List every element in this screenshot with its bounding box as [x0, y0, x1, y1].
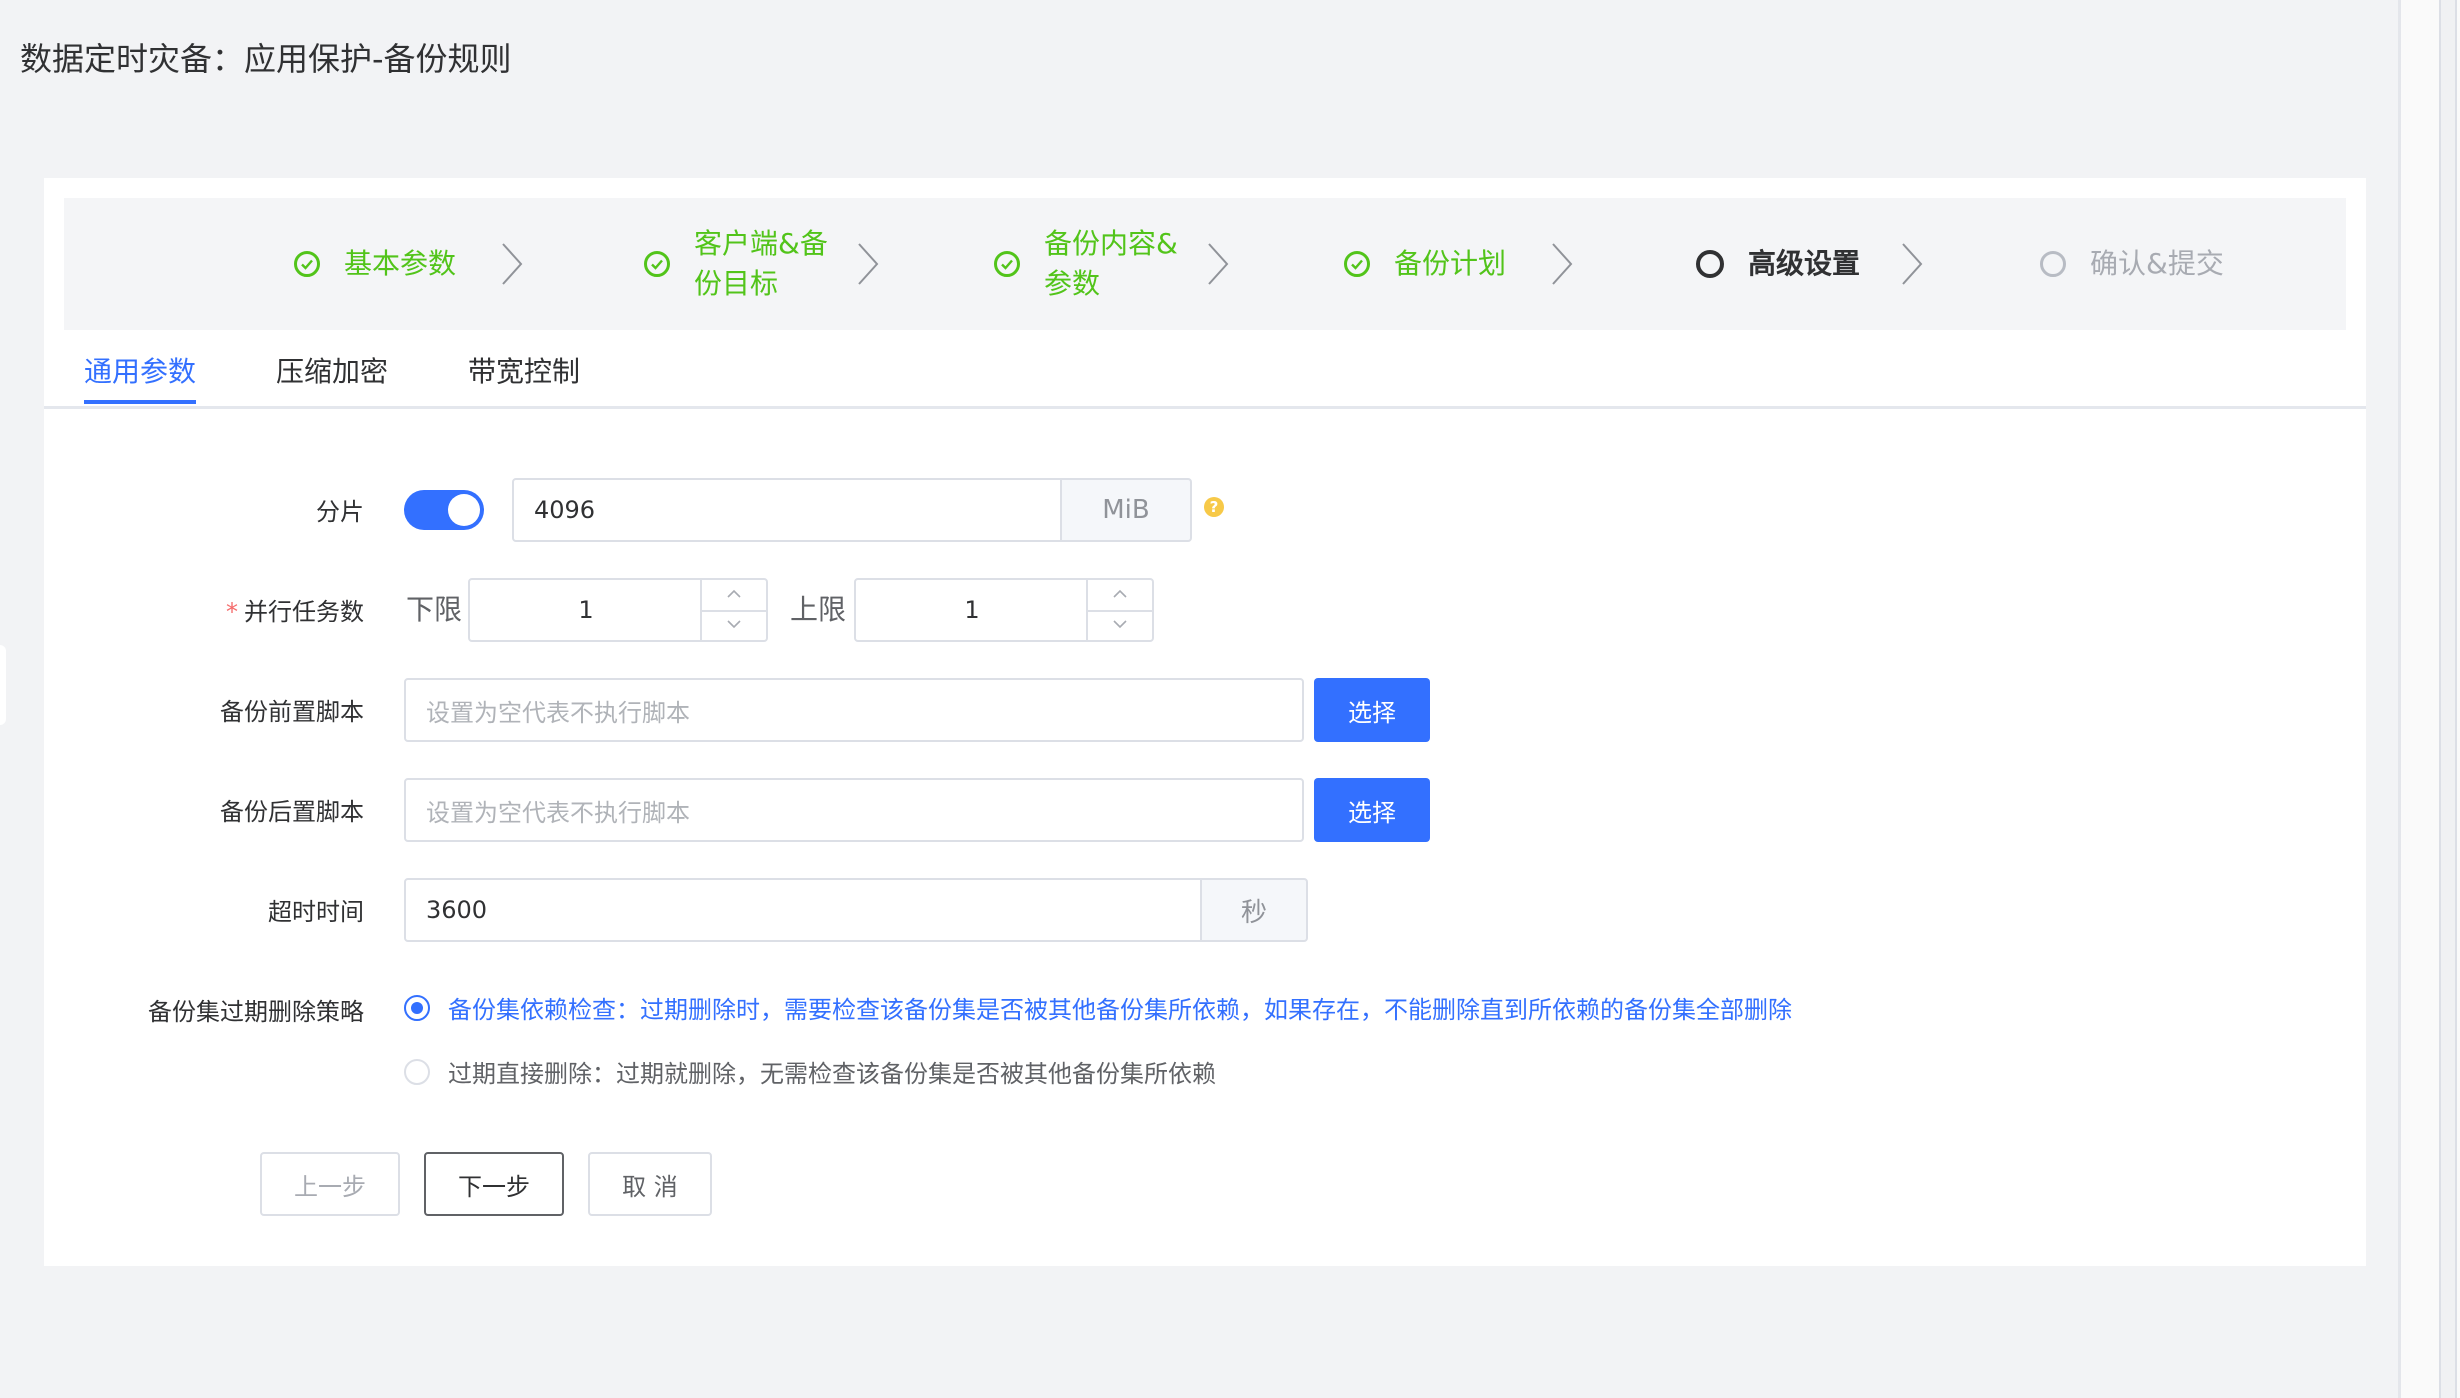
chevron-right-icon [1902, 243, 1923, 285]
upper-limit-value[interactable]: 1 [856, 580, 1088, 640]
next-step-button[interactable]: 下一步 [424, 1152, 564, 1216]
parallel-tasks-label: * 并行任务数 [44, 592, 364, 627]
step-label-line2: 份目标 [694, 267, 779, 300]
decrement-button[interactable] [702, 610, 766, 640]
toggle-knob [448, 494, 480, 526]
step-label: 确认&提交 [2090, 247, 2224, 280]
parallel-tasks-label-text: 并行任务数 [244, 598, 364, 626]
upper-limit-stepper[interactable]: 1 [854, 578, 1154, 642]
increment-button[interactable] [702, 580, 766, 612]
step-label: 备份计划 [1394, 247, 1507, 280]
upper-limit-label: 上限 [790, 593, 847, 626]
radio-direct-delete[interactable] [404, 1059, 430, 1085]
step-client-target: 客户端&备份目标 [644, 198, 828, 330]
step-label: 备份内容& 参数 [1044, 224, 1178, 304]
step-confirm-submit: 确认&提交 [2040, 198, 2224, 330]
slice-size-input[interactable]: 4096 [512, 478, 1062, 542]
timeout-label: 超时时间 [268, 898, 364, 926]
decrement-button[interactable] [1088, 610, 1152, 640]
tab-general-params[interactable]: 通用参数 [84, 350, 196, 390]
radio-direct-delete-label[interactable]: 过期直接删除：过期就删除，无需检查该备份集是否被其他备份集所依赖 [448, 1054, 1216, 1089]
check-circle-icon [1344, 251, 1370, 277]
stepper-controls [1086, 580, 1152, 640]
chevron-right-icon [1552, 243, 1573, 285]
step-backup-plan: 备份计划 [1344, 198, 1506, 330]
post-script-select-button[interactable]: 选择 [1314, 778, 1430, 842]
step-advanced-settings: 高级设置 [1696, 198, 1860, 330]
check-circle-icon [644, 251, 670, 277]
chevron-right-icon [858, 243, 879, 285]
check-circle-icon [994, 251, 1020, 277]
side-drawer-handle[interactable] [0, 645, 6, 725]
wizard-steps: 基本参数 客户端&备 份目标 备份内容& 参数 备份计划 高级设置 确认&提交 [64, 198, 2346, 330]
radio-dependency-check-label[interactable]: 备份集依赖检查：过期删除时，需要检查该备份集是否被其他备份集所依赖，如果存在，不… [448, 990, 1792, 1025]
pre-script-label: 备份前置脚本 [220, 698, 364, 726]
chevron-up-icon [1113, 589, 1127, 598]
page-title: 数据定时灾备：应用保护-备份规则 [20, 40, 512, 78]
lower-limit-label: 下限 [406, 593, 463, 626]
scrollbar-thumb[interactable] [2439, 0, 2457, 1398]
step-label-line1: 备份内容& [1044, 227, 1178, 260]
post-script-label: 备份后置脚本 [220, 798, 364, 826]
cancel-button[interactable]: 取 消 [588, 1152, 712, 1216]
increment-button[interactable] [1088, 580, 1152, 612]
step-backup-content: 备份内容& 参数 [994, 198, 1178, 330]
current-step-circle-icon [1696, 250, 1724, 278]
step-label-line1: 客户端&备 [694, 227, 828, 260]
lower-limit-stepper[interactable]: 1 [468, 578, 768, 642]
prev-step-button[interactable]: 上一步 [260, 1152, 400, 1216]
active-tab-indicator [84, 400, 196, 404]
chevron-up-icon [727, 589, 741, 598]
tab-bandwidth-control[interactable]: 带宽控制 [468, 350, 580, 390]
tab-bar: 通用参数 压缩加密 带宽控制 [44, 330, 2366, 409]
step-label: 基本参数 [344, 247, 457, 280]
timeout-input[interactable]: 3600 [404, 878, 1202, 942]
required-mark: * [226, 598, 238, 626]
chevron-down-icon [727, 620, 741, 629]
chevron-right-icon [502, 243, 523, 285]
slice-toggle[interactable] [404, 490, 484, 530]
chevron-down-icon [1113, 620, 1127, 629]
pre-script-select-button[interactable]: 选择 [1314, 678, 1430, 742]
stepper-controls [700, 580, 766, 640]
lower-limit-value[interactable]: 1 [470, 580, 702, 640]
pending-step-circle-icon [2040, 251, 2066, 277]
step-label-line2: 参数 [1044, 267, 1101, 300]
timeout-unit: 秒 [1200, 878, 1308, 942]
tab-compression-encryption[interactable]: 压缩加密 [276, 350, 388, 390]
chevron-right-icon [1208, 243, 1229, 285]
scrollbar[interactable] [2398, 0, 2460, 1398]
expire-policy-label: 备份集过期删除策略 [148, 998, 364, 1026]
radio-dependency-check[interactable] [404, 995, 430, 1021]
slice-label: 分片 [316, 498, 364, 526]
main-card: 基本参数 客户端&备 份目标 备份内容& 参数 备份计划 高级设置 确认&提交 … [44, 178, 2366, 1266]
step-label: 高级设置 [1748, 247, 1861, 280]
step-basic-params: 基本参数 [294, 198, 456, 330]
check-circle-icon [294, 251, 320, 277]
help-icon[interactable]: ? [1204, 497, 1224, 517]
pre-script-input[interactable]: 设置为空代表不执行脚本 [404, 678, 1304, 742]
step-label: 客户端&备份目标 [694, 224, 828, 304]
slice-unit: MiB [1060, 478, 1192, 542]
post-script-input[interactable]: 设置为空代表不执行脚本 [404, 778, 1304, 842]
